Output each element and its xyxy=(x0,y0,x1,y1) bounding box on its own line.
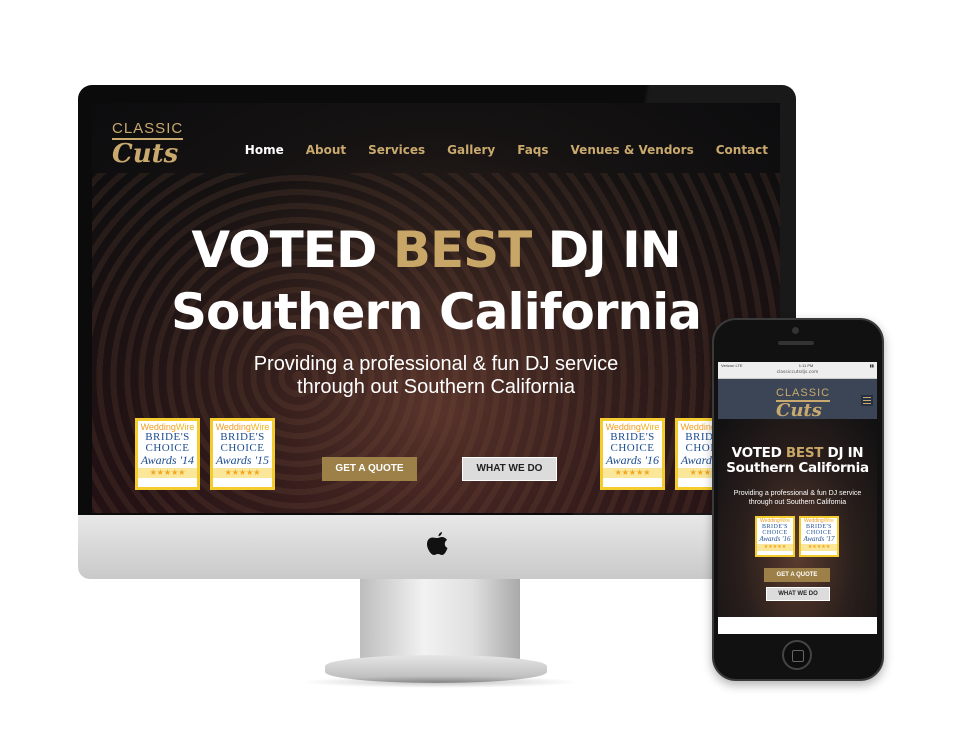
hero-subtitle: Providing a professional & fun DJ servic… xyxy=(253,353,619,398)
what-we-do-button-mobile[interactable]: WHAT WE DO xyxy=(766,587,830,601)
nav-services[interactable]: Services xyxy=(368,143,425,157)
main-nav: Home About Services Gallery Faqs Venues … xyxy=(223,143,768,157)
mobile-header: CLASSIC Cuts xyxy=(718,379,877,420)
get-a-quote-button[interactable]: GET A QUOTE xyxy=(322,457,417,481)
hero-title: VOTED BEST DJ IN xyxy=(191,221,681,279)
apple-logo-icon xyxy=(427,532,448,555)
hamburger-menu-icon[interactable] xyxy=(861,395,873,406)
site-logo[interactable]: CLASSIC Cuts xyxy=(112,120,184,167)
front-camera xyxy=(792,327,799,334)
url-bar[interactable]: classiccutsdjs.com xyxy=(718,370,877,379)
imac-stand xyxy=(360,579,520,663)
earpiece-speaker xyxy=(778,341,814,345)
desktop-website: CLASSIC Cuts Home About Services Gallery… xyxy=(92,103,780,513)
site-logo-mobile[interactable]: CLASSIC Cuts xyxy=(776,383,831,420)
award-badge-2014: WeddingWire BRIDE'S CHOICE Awards '14 ★★★★… xyxy=(135,418,200,490)
mobile-website: Verizon LTE 1:11 PM ▮▮ classiccutsdjs.com … xyxy=(718,362,877,634)
mobile-hero-title: VOTED BEST DJ IN xyxy=(731,445,864,461)
what-we-do-button[interactable]: WHAT WE DO xyxy=(462,457,557,481)
get-a-quote-button-mobile[interactable]: GET A QUOTE xyxy=(764,568,830,582)
mobile-hero: VOTED BEST DJ IN Southern California Pro… xyxy=(718,419,877,617)
mobile-hero-subtitle: Providing a professional & fun DJ servic… xyxy=(733,490,862,506)
nav-venues-vendors[interactable]: Venues & Vendors xyxy=(571,143,694,157)
award-badge-2016: WeddingWire BRIDE'S CHOICE Awards '16 ★★★★… xyxy=(600,418,665,490)
hero-title-line2: Southern California xyxy=(171,283,702,341)
status-bar: Verizon LTE 1:11 PM ▮▮ xyxy=(718,362,877,370)
award-badge-2016-mobile: WeddingWire BRIDE'S CHOICE Awards '16 ★★★★… xyxy=(755,516,795,557)
award-badge-2015: WeddingWire BRIDE'S CHOICE Awards '15 ★★★★… xyxy=(210,418,275,490)
nav-faqs[interactable]: Faqs xyxy=(517,143,548,157)
nav-gallery[interactable]: Gallery xyxy=(447,143,495,157)
mobile-hero-title-line2: Southern California xyxy=(726,460,869,476)
nav-about[interactable]: About xyxy=(306,143,346,157)
home-button[interactable] xyxy=(782,640,812,670)
nav-contact[interactable]: Contact xyxy=(716,143,768,157)
award-badge-2017-mobile: WeddingWire BRIDE'S CHOICE Awards '17 ★★★★… xyxy=(799,516,839,557)
nav-home[interactable]: Home xyxy=(245,143,284,157)
